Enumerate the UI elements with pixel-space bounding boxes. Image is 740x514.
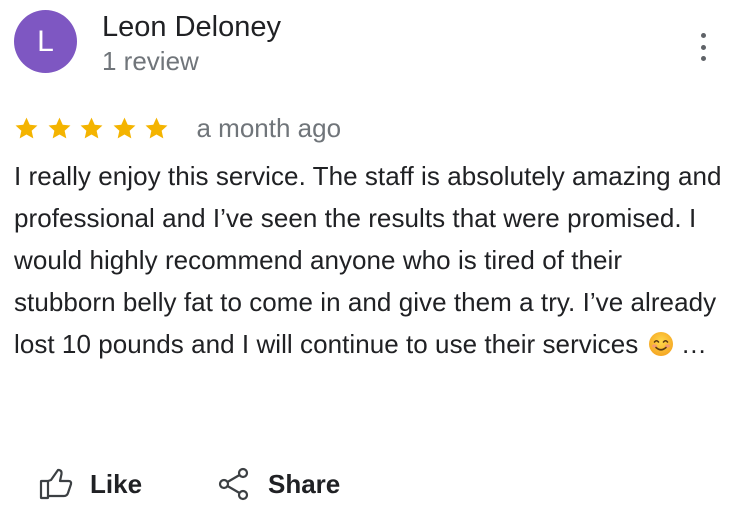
- star-icon: [14, 116, 39, 141]
- like-button[interactable]: Like: [38, 464, 142, 504]
- review-text: I really enjoy this service. The staff i…: [14, 155, 730, 369]
- star-rating: [14, 116, 177, 141]
- avatar[interactable]: L: [14, 10, 77, 73]
- smiling-face-emoji: [648, 332, 681, 363]
- share-icon: [216, 466, 252, 502]
- share-label: Share: [268, 468, 341, 499]
- rating-row: a month ago: [14, 110, 341, 146]
- review-count: 1 review: [102, 46, 199, 76]
- review-date: a month ago: [196, 113, 342, 143]
- more-options-button[interactable]: [689, 30, 719, 64]
- star-icon: [144, 116, 169, 141]
- star-icon: [47, 116, 72, 141]
- share-button[interactable]: Share: [216, 464, 340, 504]
- thumbs-up-icon: [38, 466, 74, 502]
- reviewer-name[interactable]: Leon Deloney: [102, 8, 281, 46]
- review-body: I really enjoy this service. The staff i…: [14, 161, 722, 359]
- star-icon: [112, 116, 137, 141]
- avatar-initial: L: [37, 25, 54, 58]
- review-card: L Leon Deloney 1 review a month ago I re…: [0, 0, 740, 514]
- star-icon: [79, 116, 104, 141]
- read-more-ellipsis[interactable]: …: [681, 329, 707, 359]
- like-label: Like: [90, 468, 143, 499]
